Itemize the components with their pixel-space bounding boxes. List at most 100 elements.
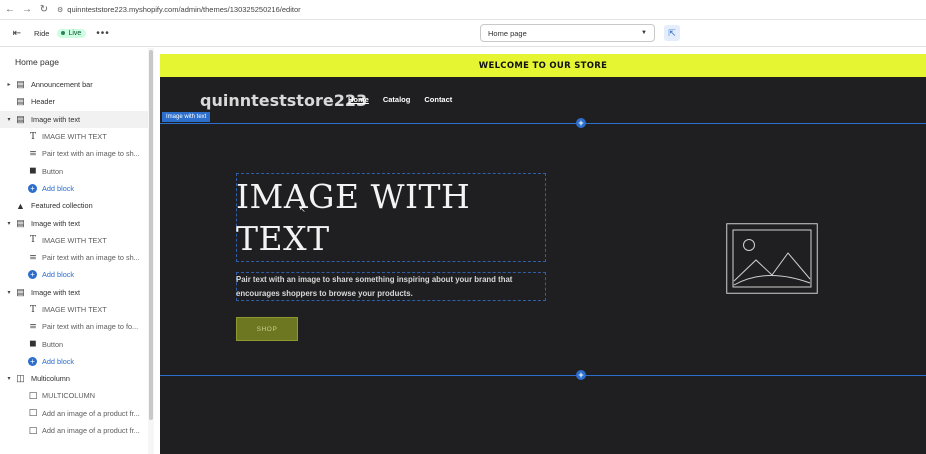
sidebar-block-item[interactable]: □ Add an image of a product fr... (0, 405, 148, 422)
section-tree: ▸ ▤ Announcement bar ▤ Header ▾ ▤ Image with te… (0, 76, 148, 439)
mouse-cursor-icon: ↖ (299, 205, 306, 214)
back-icon[interactable]: ← (3, 3, 17, 17)
sidebar-item-label: Pair text with an image to sh... (42, 149, 140, 159)
nav-link-catalog[interactable]: Catalog (383, 95, 411, 104)
column-icon: □ (28, 425, 38, 436)
add-circle-icon: + (28, 270, 37, 280)
chevron-icon[interactable]: ▾ (4, 116, 14, 123)
exit-editor-icon[interactable]: ⇤ (10, 26, 24, 40)
sidebar-block-item[interactable]: T IMAGE WITH TEXT (0, 232, 148, 249)
sidebar-block-item[interactable]: ≡ Pair text with an image to fo... (0, 318, 148, 335)
section-heading[interactable]: IMAGE WITH TEXT (236, 176, 536, 260)
text-icon: T (29, 304, 36, 315)
section-body-text[interactable]: Pair text with an image to share somethi… (236, 273, 544, 301)
url-bar[interactable]: ⚙ quinnteststore223.myshopify.com/admin/… (57, 2, 617, 18)
add-circle-icon: + (28, 183, 37, 193)
sidebar-block-item[interactable]: T IMAGE WITH TEXT (0, 301, 148, 318)
scrollbar-thumb[interactable] (149, 50, 153, 420)
sidebar-item-label: Add an image of a product fr... (42, 408, 140, 418)
multicolumn-icon: ◫ (16, 373, 25, 384)
add-section-below-icon[interactable]: + (576, 370, 586, 380)
reload-icon[interactable]: ↻ (37, 3, 51, 17)
sidebar-item-label: IMAGE WITH TEXT (42, 305, 107, 314)
chevron-icon[interactable]: ▾ (4, 220, 14, 227)
sidebar-section-image-with-text[interactable]: ▾ ▤ Image with text (0, 284, 148, 301)
image-with-text-icon: ▤ (16, 286, 25, 297)
caret-down-icon: ▼ (641, 30, 647, 36)
add-block-button[interactable]: + Add block (0, 180, 148, 197)
sidebar-item-label: Button (42, 166, 64, 176)
nav-link-home[interactable]: Home (348, 95, 369, 104)
button-icon: ◼ (29, 339, 37, 350)
sidebar-item-label: Image with text (31, 287, 81, 297)
image-placeholder-icon[interactable] (726, 223, 818, 294)
sidebar-item-label: Pair text with an image to sh... (42, 253, 140, 263)
sidebar-section-multicolumn[interactable]: ▾ ◫ Multicolumn (0, 370, 148, 387)
column-icon: □ (28, 390, 38, 401)
add-block-label: Add block (42, 270, 75, 280)
sidebar-item-label: Announcement bar (31, 80, 93, 90)
sidebar-item-label: Button (42, 339, 64, 349)
image-with-text-icon: ▤ (16, 217, 25, 228)
store-header[interactable]: quinnteststore223 Home Catalog Contact (160, 77, 926, 123)
section-icon: ▤ (16, 79, 25, 90)
add-block-button[interactable]: + Add block (0, 353, 148, 370)
sidebar-section-image-with-text[interactable]: ▾ ▤ Image with text (0, 214, 148, 231)
chevron-icon[interactable]: ▾ (4, 375, 14, 382)
add-block-label: Add block (42, 183, 75, 193)
paragraph-icon: ≡ (29, 321, 37, 332)
sidebar-block-item[interactable]: □ MULTICOLUMN (0, 387, 148, 404)
chevron-icon[interactable]: ▸ (4, 81, 14, 88)
announcement-bar[interactable]: WELCOME TO OUR STORE (160, 54, 926, 77)
editor-toolbar: ⇤ Ride Live ••• Home page ▼ ⇱ (0, 20, 926, 47)
nav-link-contact[interactable]: Contact (424, 95, 452, 104)
sidebar-block-item[interactable]: □ Add an image of a product fr... (0, 422, 148, 439)
store-preview[interactable]: WELCOME TO OUR STORE quinnteststore223 H… (160, 54, 926, 454)
section-icon: ▤ (16, 96, 25, 107)
collection-icon: ▲ (16, 200, 25, 211)
sidebar-item-label: IMAGE WITH TEXT (42, 132, 107, 142)
sidebar-item-label: MULTICOLUMN (42, 391, 95, 401)
column-icon: □ (28, 408, 38, 419)
sidebar-item-label: Multicolumn (31, 374, 70, 384)
paragraph-icon: ≡ (29, 252, 37, 263)
sidebar-section-announcement-bar[interactable]: ▸ ▤ Announcement bar (0, 76, 148, 93)
sidebar-section-featured-collection[interactable]: ▲ Featured collection (0, 197, 148, 214)
add-block-label: Add block (42, 356, 75, 366)
section-bottom-border (160, 375, 926, 376)
paragraph-icon: ≡ (29, 148, 37, 159)
sidebar-scrollbar[interactable] (148, 48, 154, 454)
sidebar-block-item[interactable]: ◼ Button (0, 162, 148, 179)
inspector-toggle-icon[interactable]: ⇱ (664, 25, 680, 41)
add-block-button[interactable]: + Add block (0, 266, 148, 283)
live-dot-icon (61, 31, 66, 35)
add-section-above-icon[interactable]: + (576, 118, 586, 128)
sidebar-block-item[interactable]: ≡ Pair text with an image to sh... (0, 145, 148, 162)
site-info-icon[interactable]: ⚙ (57, 6, 63, 14)
sidebar-section-image-with-text[interactable]: ▾ ▤ Image with text (0, 110, 148, 128)
sidebar-block-item[interactable]: ◼ Button (0, 335, 148, 352)
sidebar-item-label: Add an image of a product fr... (42, 426, 140, 436)
text-icon: T (29, 131, 36, 142)
forward-icon[interactable]: → (20, 3, 34, 17)
theme-name: Ride (34, 28, 50, 38)
sidebar-item-label: Pair text with an image to fo... (42, 322, 139, 332)
page-selector[interactable]: Home page ▼ (480, 24, 655, 42)
image-with-text-icon: ▤ (16, 113, 25, 124)
sidebar-item-label: Header (31, 97, 55, 107)
sidebar-section-header[interactable]: ▤ Header (0, 93, 148, 110)
text-icon: T (29, 235, 36, 246)
more-actions-icon[interactable]: ••• (96, 28, 110, 39)
sidebar-item-label: Image with text (31, 218, 81, 228)
store-logo[interactable]: quinnteststore223 (200, 91, 367, 110)
sidebar-title: Home page (15, 57, 59, 67)
store-nav: Home Catalog Contact (348, 95, 452, 104)
chevron-icon[interactable]: ▾ (4, 289, 14, 296)
sidebar-item-label: Featured collection (31, 201, 93, 211)
sidebar-block-item[interactable]: T IMAGE WITH TEXT (0, 128, 148, 145)
live-status-badge: Live (57, 28, 87, 38)
add-circle-icon: + (28, 356, 37, 366)
shop-button[interactable]: SHOP (236, 317, 298, 341)
live-status-label: Live (68, 29, 82, 37)
sidebar-block-item[interactable]: ≡ Pair text with an image to sh... (0, 249, 148, 266)
